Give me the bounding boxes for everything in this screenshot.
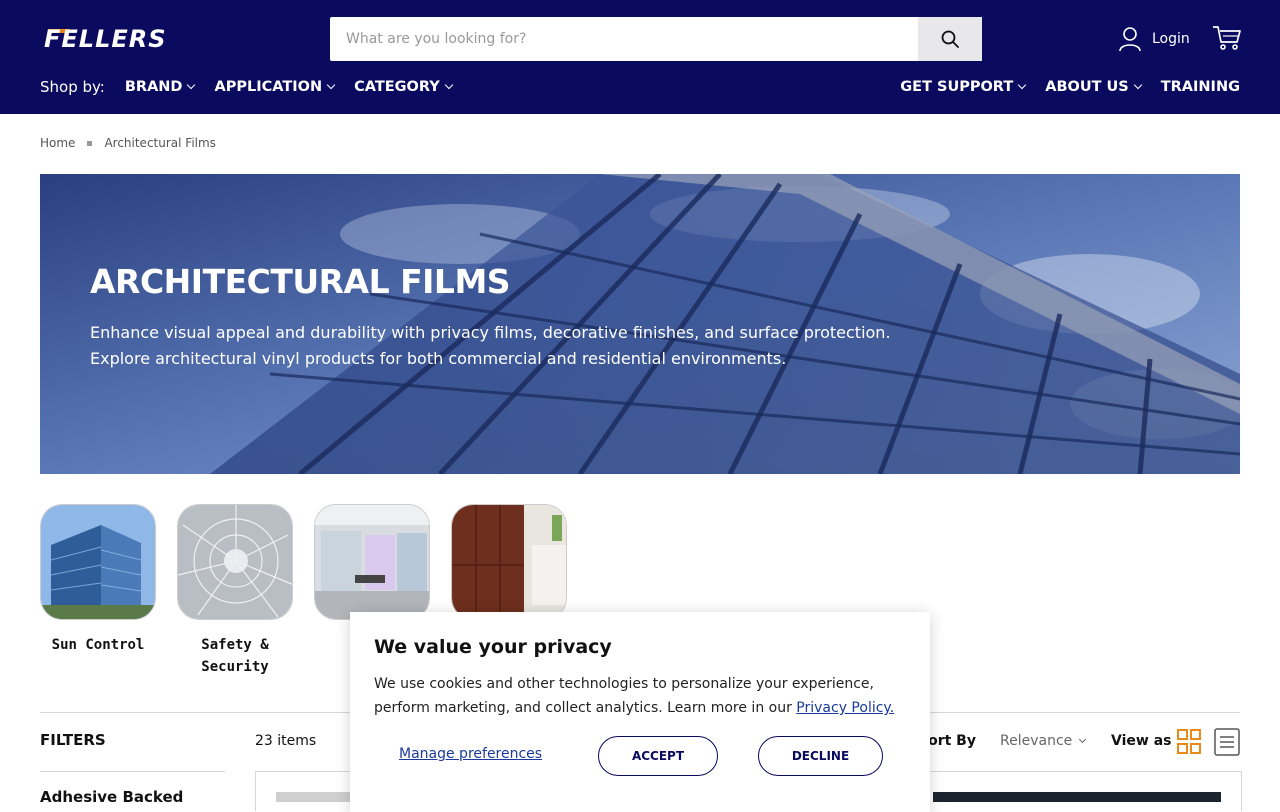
user-icon — [1119, 27, 1141, 52]
filters-divider — [40, 771, 225, 772]
chevron-down-icon — [1079, 735, 1087, 743]
privacy-policy-link[interactable]: Privacy Policy. — [796, 700, 894, 716]
nav-brand[interactable]: BRAND — [124, 79, 196, 95]
nav-training-label: TRAINING — [1160, 79, 1240, 95]
search-icon — [941, 30, 959, 48]
breadcrumb-home[interactable]: Home — [40, 136, 75, 150]
chevron-down-icon — [444, 80, 453, 90]
category-label: Sun Control — [51, 637, 145, 653]
cookie-consent-dialog: We value your privacy We use cookies and… — [350, 612, 930, 812]
login-link[interactable]: Login — [1118, 26, 1190, 52]
secondary-nav: GET SUPPORT ABOUT US TRAINING — [880, 76, 1240, 98]
nav-brand-label: BRAND — [124, 79, 183, 95]
fellers-logo[interactable]: FELLERS — [40, 26, 205, 50]
accept-button[interactable]: ACCEPT — [598, 736, 718, 776]
hero-description: Enhance visual appeal and durability wit… — [90, 323, 891, 368]
search-bar — [330, 17, 982, 61]
category-safety-security[interactable]: Safety & Security — [177, 504, 293, 678]
chevron-down-icon — [1017, 80, 1027, 90]
search-input[interactable] — [330, 17, 918, 61]
main-nav: Shop by: BRAND APPLICATION CATEGORY — [40, 76, 472, 98]
decline-button[interactable]: DECLINE — [758, 736, 883, 776]
filter-adhesive-backed[interactable]: Adhesive Backed — [40, 788, 183, 806]
view-as-label: View as — [1111, 733, 1172, 749]
search-button[interactable] — [918, 17, 982, 61]
nav-application-label: APPLICATION — [214, 79, 323, 95]
sort-value: Relevance — [1000, 733, 1073, 749]
shop-by-label: Shop by: — [40, 78, 105, 96]
manage-preferences-link[interactable]: Manage preferences — [399, 746, 542, 762]
svg-text:FELLERS: FELLERS — [44, 26, 167, 50]
breadcrumb-current: Architectural Films — [104, 136, 216, 150]
chevron-down-icon — [1133, 80, 1142, 90]
sort-select[interactable]: Relevance — [1000, 733, 1087, 749]
login-label: Login — [1152, 31, 1190, 47]
product-thumbnail[interactable] — [276, 792, 356, 802]
nav-about-us-label: ABOUT US — [1045, 79, 1129, 95]
list-view-button[interactable] — [1214, 728, 1240, 756]
chevron-down-icon — [326, 80, 336, 90]
nav-training[interactable]: TRAINING — [1161, 79, 1240, 95]
cookie-title: We value your privacy — [374, 636, 612, 658]
nav-get-support[interactable]: GET SUPPORT — [900, 79, 1027, 95]
filters-title: FILTERS — [40, 731, 106, 749]
chevron-down-icon — [187, 80, 196, 90]
nav-category[interactable]: CATEGORY — [354, 79, 453, 95]
category-label: Safety & Security — [201, 637, 269, 675]
items-count: 23 items — [255, 733, 317, 749]
wood-finish-image — [451, 504, 567, 620]
cart-icon — [1213, 26, 1241, 50]
product-thumbnail[interactable] — [933, 792, 1221, 802]
decorative-image — [314, 504, 430, 620]
nav-category-label: CATEGORY — [354, 79, 440, 95]
nav-application[interactable]: APPLICATION — [214, 79, 336, 95]
grid-view-icon — [1177, 729, 1201, 754]
nav-about-us[interactable]: ABOUT US — [1045, 79, 1142, 95]
cart-button[interactable] — [1212, 24, 1242, 52]
cookie-text: We use cookies and other technologies to… — [374, 672, 914, 720]
hero-banner: ARCHITECTURAL FILMS Enhance visual appea… — [40, 174, 1240, 474]
sun-control-image — [40, 504, 156, 620]
list-view-icon — [1214, 728, 1240, 756]
breadcrumb-separator — [87, 140, 93, 146]
nav-get-support-label: GET SUPPORT — [900, 79, 1014, 95]
page-title: ARCHITECTURAL FILMS — [90, 262, 511, 301]
safety-security-image — [177, 504, 293, 620]
breadcrumb: Home Architectural Films — [40, 136, 216, 150]
grid-view-button[interactable] — [1177, 729, 1201, 755]
site-header: FELLERS Login Shop by: BRAND — [0, 0, 1280, 114]
category-sun-control[interactable]: Sun Control — [40, 504, 156, 678]
